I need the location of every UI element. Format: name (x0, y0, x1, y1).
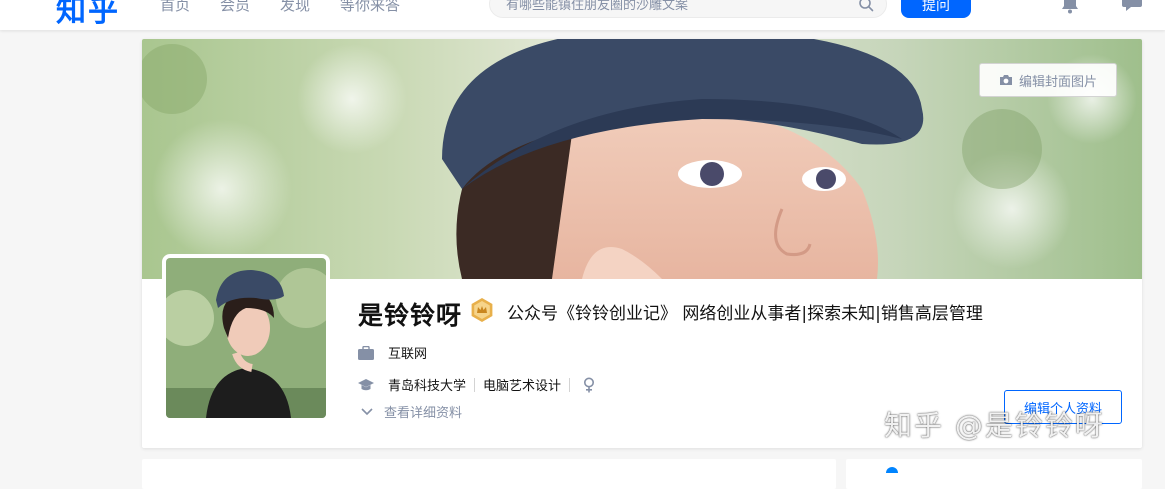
nav-discover[interactable]: 发现 (280, 0, 310, 15)
female-icon (584, 377, 595, 392)
badge-icon[interactable] (469, 297, 495, 323)
bell-icon[interactable] (1060, 0, 1080, 14)
nav-waiting-answers[interactable]: 等你来答 (340, 0, 400, 15)
content-card (142, 459, 836, 489)
search-input[interactable] (506, 0, 836, 16)
user-headline: 公众号《铃铃创业记》 网络创业从事者|探索未知|销售高层管理 (507, 304, 983, 324)
briefcase-icon (358, 345, 374, 360)
search-box (489, 0, 887, 18)
watermark: 知乎 @是铃铃呀 (884, 409, 1105, 442)
edit-cover-button[interactable]: 编辑封面图片 (979, 63, 1117, 97)
search-icon[interactable] (858, 0, 874, 12)
zhihu-logo[interactable]: 知乎 (56, 0, 120, 30)
separator (474, 377, 476, 392)
camera-icon (999, 75, 1012, 85)
nav-home[interactable]: 首页 (160, 0, 190, 15)
education-row: 青岛科技大学 电脑艺术设计 (358, 375, 596, 394)
sidebar-card (846, 459, 1142, 489)
chevron-down-icon (361, 407, 373, 415)
profile-card: 编辑封面图片 是铃铃呀 公众号《铃铃创业记》 网络创业从事者|探索未知|销售高层… (142, 39, 1142, 448)
sidebar-card-icon (886, 467, 898, 473)
graduation-cap-icon (358, 378, 374, 390)
school-text: 青岛科技大学 (388, 379, 467, 394)
edit-cover-label: 编辑封面图片 (1018, 74, 1097, 90)
avatar[interactable] (166, 258, 326, 418)
view-details-label: 查看详细资料 (384, 406, 463, 421)
industry-text: 互联网 (388, 347, 428, 362)
user-name: 是铃铃呀 (358, 301, 463, 330)
message-icon[interactable] (1122, 0, 1142, 12)
industry-row: 互联网 (358, 343, 427, 362)
view-details-link[interactable]: 查看详细资料 (360, 402, 462, 421)
separator (569, 377, 571, 392)
avatar-frame (162, 254, 330, 422)
major-text: 电脑艺术设计 (483, 379, 562, 394)
ask-question-button[interactable]: 提问 (901, 0, 971, 18)
top-header: 知乎 首页 会员 发现 等你来答 提问 (0, 0, 1165, 30)
nav-membership[interactable]: 会员 (220, 0, 250, 15)
